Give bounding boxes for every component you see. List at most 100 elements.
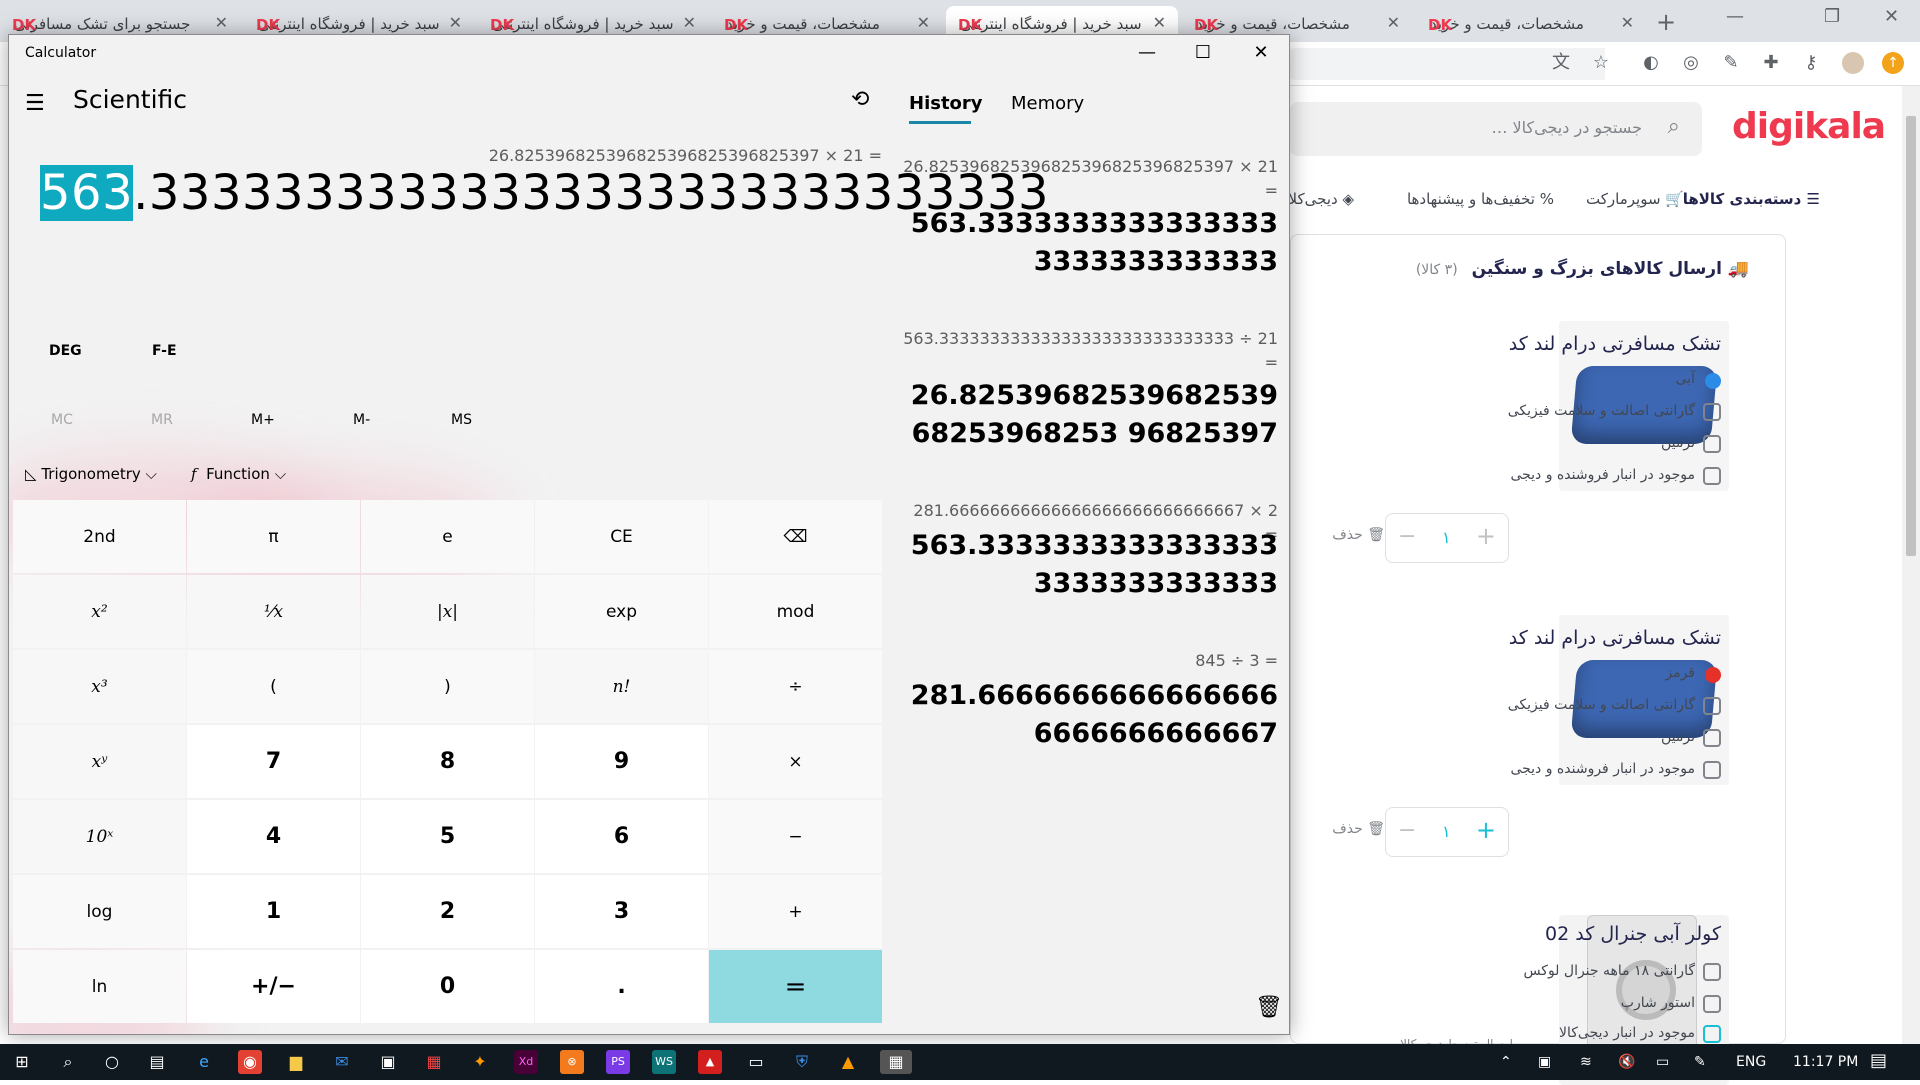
increase-button[interactable]: + xyxy=(1476,816,1496,844)
square-button[interactable]: x² xyxy=(13,575,186,648)
battery-icon[interactable]: ▭ xyxy=(1656,1054,1669,1070)
screen-icon[interactable]: ▣ xyxy=(1538,1054,1551,1070)
minus-button[interactable]: − xyxy=(709,800,882,873)
negate-button[interactable]: +/− xyxy=(187,950,360,1023)
multiply-button[interactable]: × xyxy=(709,725,882,798)
abs-button[interactable]: |x| xyxy=(361,575,534,648)
product-title[interactable]: کولر آبی جنرال کد 02 xyxy=(1545,923,1721,945)
quantity-stepper[interactable]: − ۱ + xyxy=(1385,807,1509,857)
close-tab-icon[interactable]: ✕ xyxy=(917,13,930,32)
reciprocal-button[interactable]: ¹⁄x xyxy=(187,575,360,648)
digit-2-button[interactable]: 2 xyxy=(361,875,534,948)
adobe-xd-icon[interactable]: Xd xyxy=(514,1050,538,1074)
history-result[interactable]: 563.33333333333333333333333333333 xyxy=(901,527,1278,603)
history-result[interactable]: 563.33333333333333333333333333333 xyxy=(901,205,1278,281)
search-icon[interactable]: ⌕ xyxy=(56,1050,80,1074)
start-icon[interactable]: ⊞ xyxy=(10,1050,34,1074)
increase-button[interactable]: + xyxy=(1476,522,1496,550)
photos-icon[interactable]: ▭ xyxy=(744,1050,768,1074)
maximize-icon[interactable]: ☐ xyxy=(1183,39,1223,67)
ce-button[interactable]: CE xyxy=(535,500,708,573)
backspace-button[interactable]: ⌫ xyxy=(709,500,882,573)
translate-icon[interactable]: 文 xyxy=(1550,52,1572,74)
close-tab-icon[interactable]: ✕ xyxy=(449,13,462,32)
digit-5-button[interactable]: 5 xyxy=(361,800,534,873)
pen-icon[interactable]: ✎ xyxy=(1694,1054,1706,1070)
extension-icon[interactable]: ◎ xyxy=(1680,52,1702,74)
chrome-icon[interactable]: ◉ xyxy=(238,1050,262,1074)
digit-9-button[interactable]: 9 xyxy=(535,725,708,798)
eyedropper-icon[interactable]: ✎ xyxy=(1720,52,1742,74)
wifi-icon[interactable]: ≋ xyxy=(1580,1054,1592,1070)
log-button[interactable]: log xyxy=(13,875,186,948)
history-result[interactable]: 26.8253968253968253968253968253 96825397 xyxy=(901,377,1278,453)
webstorm-icon[interactable]: WS xyxy=(652,1050,676,1074)
digit-0-button[interactable]: 0 xyxy=(361,950,534,1023)
bookmark-star-icon[interactable]: ☆ xyxy=(1590,52,1612,74)
cortana-icon[interactable]: ○ xyxy=(100,1050,124,1074)
pi-button[interactable]: π xyxy=(187,500,360,573)
digit-6-button[interactable]: 6 xyxy=(535,800,708,873)
clear-history-icon[interactable]: 🗑 xyxy=(1255,995,1283,1020)
divide-button[interactable]: ÷ xyxy=(709,650,882,723)
second-button[interactable]: 2nd xyxy=(13,500,186,573)
extension-icon[interactable]: ◐ xyxy=(1640,52,1662,74)
notification-icon[interactable]: ▤ xyxy=(1870,1050,1887,1071)
hamburger-menu-icon[interactable]: ☰ xyxy=(25,91,45,116)
tray-chevron-icon[interactable]: ⌃ xyxy=(1500,1054,1512,1070)
decrease-button[interactable]: − xyxy=(1398,524,1416,549)
cube-button[interactable]: x³ xyxy=(13,650,186,723)
update-icon[interactable]: ↑ xyxy=(1882,52,1904,74)
mplus-button[interactable]: M+ xyxy=(251,412,275,428)
close-tab-icon[interactable]: ✕ xyxy=(215,13,228,32)
close-tab-icon[interactable]: ✕ xyxy=(1153,13,1166,32)
close-browser-icon[interactable]: ✕ xyxy=(1884,6,1899,27)
store-icon[interactable]: ▣ xyxy=(376,1050,400,1074)
digit-7-button[interactable]: 7 xyxy=(187,725,360,798)
task-view-icon[interactable]: ▤ xyxy=(145,1050,169,1074)
nav-categories[interactable]: ☰ دسته‌بندی کالاها xyxy=(1683,190,1820,208)
quantity-stepper[interactable]: − ۱ + xyxy=(1385,513,1509,563)
close-icon[interactable]: ✕ xyxy=(1241,39,1281,67)
minimize-browser-icon[interactable]: — xyxy=(1726,6,1744,27)
plus-button[interactable]: + xyxy=(709,875,882,948)
digit-4-button[interactable]: 4 xyxy=(187,800,360,873)
phpstorm-icon[interactable]: PS xyxy=(606,1050,630,1074)
app-icon[interactable]: ✦ xyxy=(468,1050,492,1074)
history-expression[interactable]: 563.33333333333333333333333333333 ÷ 21 = xyxy=(901,327,1278,375)
edge-icon[interactable]: e xyxy=(192,1050,216,1074)
decrease-button[interactable]: − xyxy=(1398,818,1416,843)
digikala-logo[interactable]: digikala xyxy=(1732,106,1886,147)
shield-app-icon[interactable]: ⛨ xyxy=(790,1050,814,1074)
file-explorer-icon[interactable]: ▆ xyxy=(284,1050,308,1074)
decimal-button[interactable]: . xyxy=(535,950,708,1023)
minimize-icon[interactable]: — xyxy=(1127,39,1167,67)
factorial-button[interactable]: n! xyxy=(535,650,708,723)
vlc-icon[interactable]: ▲ xyxy=(836,1050,860,1074)
mr-button[interactable]: MR xyxy=(151,412,173,428)
language-indicator[interactable]: ENG xyxy=(1736,1054,1766,1070)
delete-button[interactable]: 🗑 حذف xyxy=(1332,821,1385,837)
result-display[interactable]: 563.33333333333333333333333333333 xyxy=(40,165,1049,221)
exp-button[interactable]: exp xyxy=(535,575,708,648)
nav-supermarket[interactable]: 🛒 سوپرمارکت xyxy=(1586,190,1684,208)
gift-icon[interactable]: ▦ xyxy=(422,1050,446,1074)
history-icon[interactable]: ⟲ xyxy=(851,87,869,112)
history-expression[interactable]: 845 ÷ 3 = xyxy=(901,649,1278,673)
equals-button[interactable]: = xyxy=(709,950,882,1023)
clock[interactable]: 11:17 PM xyxy=(1793,1054,1858,1070)
history-expression[interactable]: 26.825396825396825396825396825397 × 21 = xyxy=(901,155,1278,203)
mail-icon[interactable]: ✉ xyxy=(330,1050,354,1074)
ln-button[interactable]: ln xyxy=(13,950,186,1023)
history-result[interactable]: 281.66666666666666666666666666667 xyxy=(901,677,1278,753)
close-tab-icon[interactable]: ✕ xyxy=(683,13,696,32)
ten-power-button[interactable]: 10ˣ xyxy=(13,800,186,873)
pdf-icon[interactable]: ▲ xyxy=(698,1050,722,1074)
key-icon[interactable]: ⚷ xyxy=(1800,52,1822,74)
function-dropdown[interactable]: f Function ⌵ xyxy=(191,465,286,483)
nav-offers[interactable]: % تخفیف‌ها و پیشنهادها xyxy=(1407,190,1554,208)
digit-1-button[interactable]: 1 xyxy=(187,875,360,948)
browser-tab[interactable]: DK مشخصات، قیمت و خرید ✕ xyxy=(1416,6,1646,42)
search-input[interactable]: جستجو در دیجی‌کالا … ⌕ xyxy=(1290,102,1702,156)
product-title[interactable]: تشک مسافرتی درام لند کد xyxy=(1509,627,1721,649)
